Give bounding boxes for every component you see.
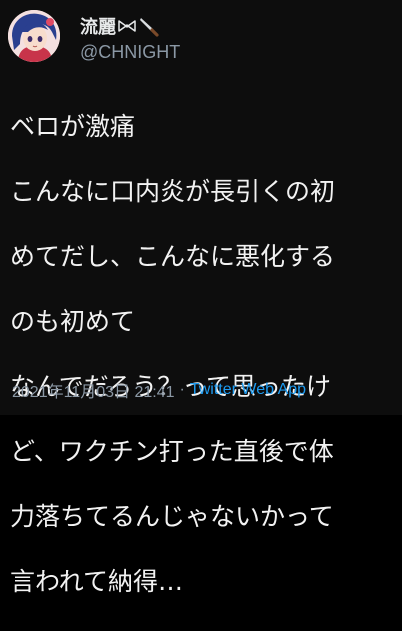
tweet-line: 力落ちてるんじゃないかって (10, 501, 334, 531)
tweet-line: こんなに口内炎が長引くの初 (10, 176, 336, 206)
tweet-timestamp[interactable]: 2021年11月03日 21:41 (12, 378, 175, 402)
tweet-meta: 2021年11月03日 21:41 · Twitter Web App (12, 378, 306, 402)
tweet-source-link[interactable]: Twitter Web App (190, 381, 306, 399)
avatar[interactable] (8, 10, 60, 62)
meta-separator: · (179, 381, 185, 398)
display-name-row[interactable]: 流麗 (80, 14, 160, 38)
bowtie-icon (118, 19, 136, 33)
display-name[interactable]: 流麗 (80, 13, 116, 39)
tweet-line: めてだし、こんなに悪化する (10, 241, 336, 271)
tweet-text: ベロが激痛 こんなに口内炎が長引くの初 めてだし、こんなに悪化する のも初めて … (10, 78, 400, 631)
user-handle[interactable]: @CHNIGHT (80, 42, 180, 63)
avatar-image (8, 10, 60, 62)
tweet-line: のも初めて (10, 306, 136, 336)
tweet-line: 言われて納得… (10, 566, 184, 596)
knife-icon (138, 15, 160, 37)
tweet-line: ど、ワクチン打った直後で体 (10, 436, 334, 466)
tweet-card: 流麗 @CHNIGHT ベロが激痛 こんなに口内炎が長引くの初 めてだし、こんな… (0, 0, 402, 596)
tweet-line: ベロが激痛 (10, 111, 136, 141)
